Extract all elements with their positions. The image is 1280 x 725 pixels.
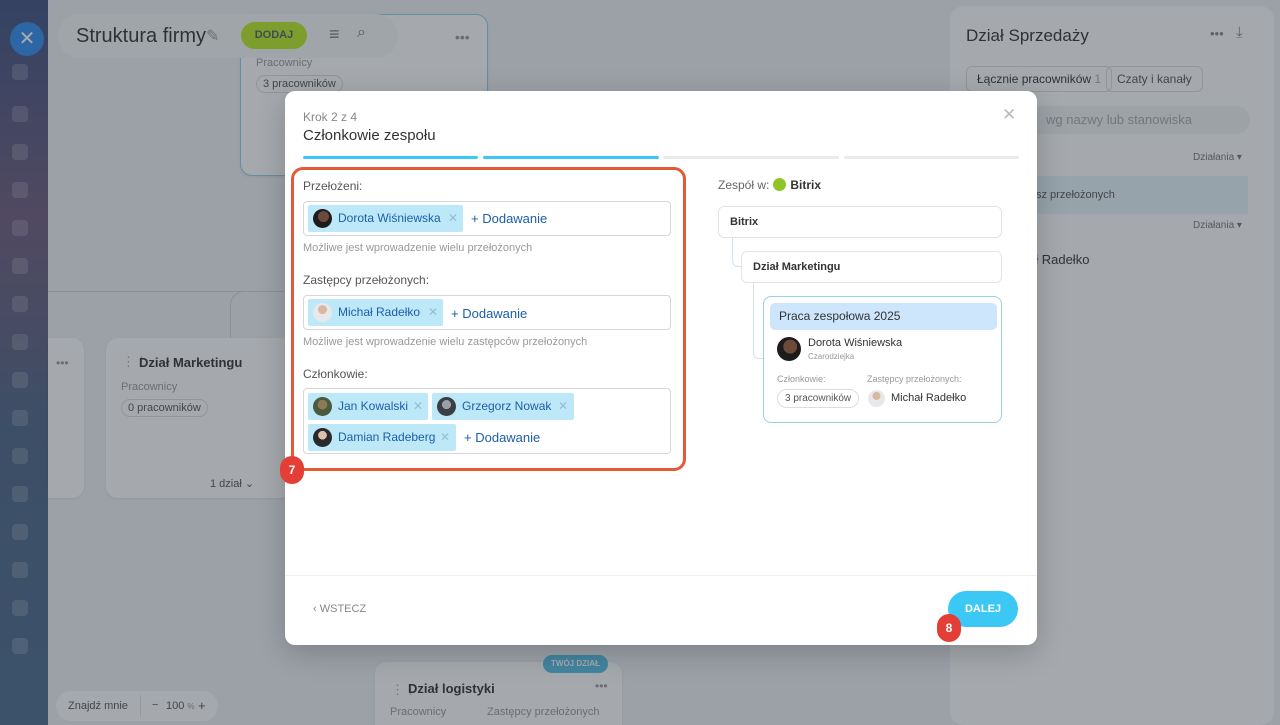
tree-node-marketing: Dział Marketingu [741, 251, 1002, 283]
members-label: Członkowie: [777, 374, 826, 384]
person-name: Grzegorz Nowak [462, 399, 552, 413]
supervisors-hint: Możliwe jest wprowadzenie wielu przełożo… [303, 242, 533, 254]
add-deputy-link[interactable]: + Dodawanie [451, 306, 527, 321]
deputy-chip[interactable]: Michał Radełko ✕ [308, 299, 443, 326]
person-name: Dorota Wiśniewska [338, 211, 441, 225]
progress-step-2 [483, 156, 659, 159]
footer-divider [285, 575, 1037, 576]
avatar [777, 337, 801, 361]
members-count: 3 pracowników [777, 389, 860, 408]
person-name: Jan Kowalski [338, 399, 409, 413]
member-chip[interactable]: Jan Kowalski ✕ [308, 393, 428, 420]
deputies-label: Zastępcy przełożonych: [303, 273, 430, 287]
avatar [313, 397, 332, 416]
add-label: Dodawanie [475, 430, 541, 445]
member-chip[interactable]: Damian Radeberg ✕ [308, 424, 456, 451]
deputies-label: Zastępcy przełożonych: [867, 374, 962, 384]
remove-icon[interactable]: ✕ [428, 299, 438, 326]
team-preview-card: Praca zespołowa 2025 Dorota Wiśniewska C… [763, 296, 1002, 423]
deputy-name: Michał Radełko [891, 392, 967, 404]
supervisors-label: Przełożeni: [303, 179, 363, 193]
person-name: Michał Radełko [338, 305, 421, 319]
progress-step-3 [663, 156, 839, 159]
avatar [437, 397, 456, 416]
add-supervisor-link[interactable]: + Dodawanie [471, 211, 547, 226]
remove-icon[interactable]: ✕ [558, 393, 568, 420]
back-label: WSTECZ [319, 603, 367, 615]
team-name: Praca zespołowa 2025 [770, 303, 997, 330]
remove-icon[interactable]: ✕ [413, 393, 423, 420]
supervisor-chip[interactable]: Dorota Wiśniewska ✕ [308, 205, 463, 232]
deputies-field[interactable]: Michał Radełko ✕ + Dodawanie [303, 295, 671, 330]
add-member-link[interactable]: + Dodawanie [464, 430, 540, 445]
remove-icon[interactable]: ✕ [440, 424, 450, 451]
back-button[interactable]: ‹ WSTECZ [313, 603, 366, 615]
deputies-hint: Możliwe jest wprowadzenie wielu zastępcó… [303, 336, 588, 348]
avatar [313, 428, 332, 447]
members-field[interactable]: Jan Kowalski ✕ Grzegorz Nowak ✕ Damian R… [303, 388, 671, 454]
remove-icon[interactable]: ✕ [448, 205, 458, 232]
close-icon[interactable]: ✕ [1002, 105, 1016, 125]
team-wizard-dialog: Krok 2 z 4 Członkowie zespołu ✕ Przełoże… [285, 91, 1037, 645]
supervisors-field[interactable]: Dorota Wiśniewska ✕ + Dodawanie [303, 201, 671, 236]
team-in-header: Zespół w: Bitrix [718, 178, 821, 192]
team-in-label: Zespół w: [718, 178, 770, 192]
annotation-badge: 7 [280, 456, 304, 484]
progress-step-4 [844, 156, 1019, 159]
member-chip[interactable]: Grzegorz Nowak ✕ [432, 393, 574, 420]
head-role: Czarodziejka [808, 352, 855, 361]
add-label: Dodawanie [462, 306, 528, 321]
dialog-title: Członkowie zespołu [303, 127, 436, 144]
members-label: Członkowie: [303, 367, 368, 381]
step-indicator: Krok 2 z 4 [303, 110, 358, 124]
add-label: Dodawanie [482, 211, 548, 226]
progress-step-1 [303, 156, 478, 159]
company-logo-icon [773, 178, 787, 191]
tree-node-root: Bitrix [718, 206, 1002, 238]
person-name: Damian Radeberg [338, 430, 436, 444]
company-name: Bitrix [790, 178, 822, 192]
avatar [313, 303, 332, 322]
avatar [313, 209, 332, 228]
annotation-badge: 8 [937, 614, 961, 642]
avatar [868, 390, 885, 407]
head-name: Dorota Wiśniewska [808, 337, 903, 349]
